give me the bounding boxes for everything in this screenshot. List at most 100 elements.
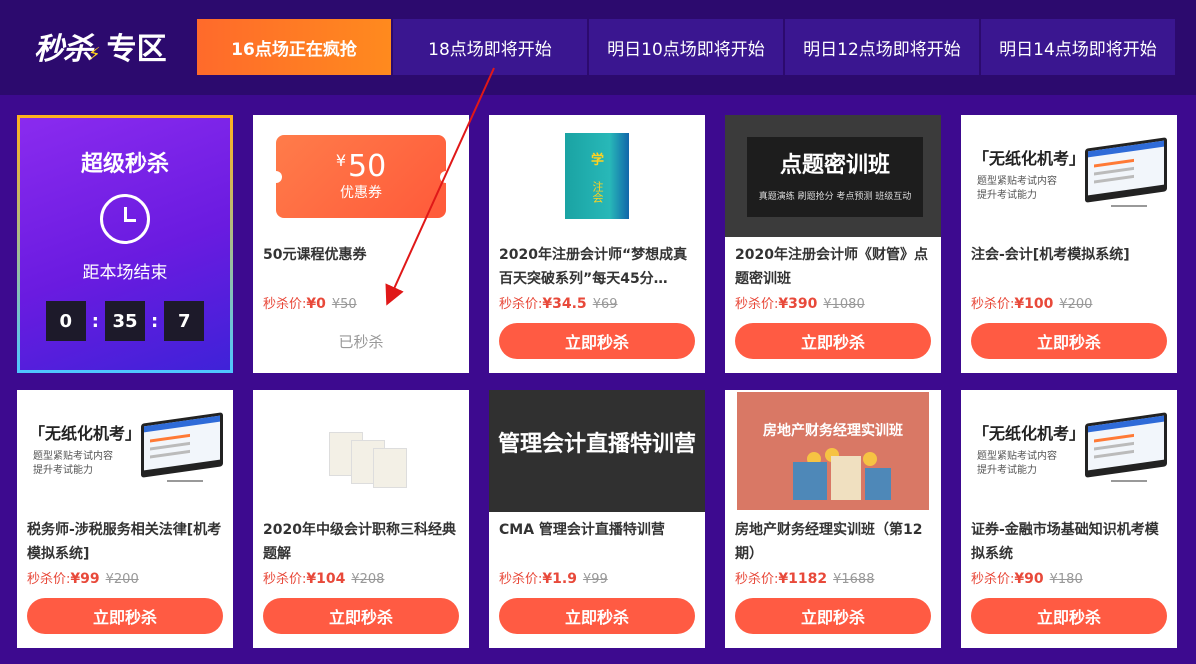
product-price: 秒杀价:¥99 ¥200	[27, 568, 139, 587]
original-price: ¥99	[582, 572, 608, 587]
banner-title: 「无纸化机考」	[973, 149, 1086, 168]
original-price: ¥180	[1049, 572, 1083, 587]
buy-now-button[interactable]: 立即秒杀	[735, 323, 931, 359]
building-icon	[831, 456, 861, 500]
product-title[interactable]: 2020年注册会计师《财管》点题密训班	[735, 243, 935, 291]
banner-subtitle: 题型紧贴考试内容 提升考试能力	[977, 450, 1057, 478]
product-price: 秒杀价:¥34.5 ¥69	[499, 293, 618, 312]
logo-text-miaosha: 秒杀	[34, 32, 93, 67]
clock-icon	[100, 194, 150, 244]
original-price: ¥200	[1059, 297, 1093, 312]
product-card[interactable]: 2020年中级会计职称三科经典题解 秒杀价:¥104 ¥208 立即秒杀	[253, 390, 469, 648]
product-image	[489, 115, 705, 237]
monitor-icon	[1085, 412, 1167, 478]
price-label: 秒杀价:	[263, 572, 307, 587]
product-image: 「无纸化机考」 题型紧贴考试内容 提升考试能力	[17, 390, 233, 512]
promo-banner: 房地产财务经理实训班	[737, 392, 929, 510]
banner-line: 题型紧贴考试内容	[977, 176, 1057, 187]
sale-price: ¥0	[306, 296, 326, 312]
product-card[interactable]: 管理会计直播特训营 CMA 管理会计直播特训营 秒杀价:¥1.9 ¥99 立即秒杀	[489, 390, 705, 648]
product-title[interactable]: 50元课程优惠券	[263, 243, 463, 291]
coin-icon	[863, 452, 877, 466]
banner-subtitle: 真题演练 刷题抢分 考点预测 班级互动	[758, 192, 912, 202]
price-label: 秒杀价:	[971, 297, 1015, 312]
product-image: 「无纸化机考」 题型紧贴考试内容 提升考试能力	[961, 390, 1177, 512]
product-price: 秒杀价:¥100 ¥200	[971, 293, 1092, 312]
price-label: 秒杀价:	[499, 572, 543, 587]
banner-line: 提升考试能力	[977, 465, 1037, 476]
lightning-icon: ⚡	[88, 43, 101, 65]
product-image	[253, 390, 469, 512]
product-card[interactable]: 点题密训班 真题演练 刷题抢分 考点预测 班级互动 2020年注册会计师《财管》…	[725, 115, 941, 373]
promo-banner: 点题密训班 真题演练 刷题抢分 考点预测 班级互动	[747, 137, 923, 217]
product-card[interactable]: 「无纸化机考」 题型紧贴考试内容 提升考试能力 注会-会计[机考模拟系统] 秒杀价…	[961, 115, 1177, 373]
price-label: 秒杀价:	[27, 572, 71, 587]
banner-line: 提升考试能力	[977, 190, 1037, 201]
banner-title: 管理会计直播特训营	[497, 432, 696, 457]
sale-price: ¥100	[1014, 296, 1054, 312]
tab-session-18[interactable]: 18点场即将开始	[393, 19, 587, 75]
product-card[interactable]: 2020年注册会计师“梦想成真百天突破系列”每天45分… 秒杀价:¥34.5 ¥6…	[489, 115, 705, 373]
product-image: 管理会计直播特训营	[489, 390, 705, 512]
product-price: 秒杀价:¥1.9 ¥99	[499, 568, 608, 587]
banner-line: 提升考试能力	[33, 465, 93, 476]
product-title[interactable]: 房地产财务经理实训班（第12期）	[735, 518, 935, 566]
sale-price: ¥390	[778, 296, 818, 312]
product-card[interactable]: ¥50 优惠券 50元课程优惠券 秒杀价:¥0 ¥50 已秒杀	[253, 115, 469, 373]
sale-price: ¥34.5	[542, 296, 587, 312]
tab-session-tomorrow-10[interactable]: 明日10点场即将开始	[589, 19, 783, 75]
product-title[interactable]: 注会-会计[机考模拟系统]	[971, 243, 1171, 291]
sale-price: ¥104	[306, 571, 346, 587]
product-card[interactable]: 「无纸化机考」 题型紧贴考试内容 提升考试能力 税务师-涉税服务相关法律[机考模拟…	[17, 390, 233, 648]
product-title[interactable]: CMA 管理会计直播特训营	[499, 518, 699, 566]
product-title[interactable]: 证券-金融市场基础知识机考模拟系统	[971, 518, 1171, 566]
price-label: 秒杀价:	[735, 572, 779, 587]
product-price: 秒杀价:¥104 ¥208	[263, 568, 384, 587]
building-icon	[793, 462, 827, 500]
book-cover	[565, 133, 629, 219]
buy-now-button[interactable]: 立即秒杀	[499, 323, 695, 359]
sale-price: ¥99	[70, 571, 100, 587]
colon: :	[151, 310, 159, 332]
monitor-stand	[167, 474, 203, 482]
product-card[interactable]: 「无纸化机考」 题型紧贴考试内容 提升考试能力 证券-金融市场基础知识机考模拟系统…	[961, 390, 1177, 648]
super-title: 超级秒杀	[80, 152, 169, 177]
product-card[interactable]: 房地产财务经理实训班 房地产财务经理实训班（第12期） 秒杀价:¥1182 ¥16…	[725, 390, 941, 648]
product-image: 点题密训班 真题演练 刷题抢分 考点预测 班级互动	[725, 115, 941, 237]
banner-subtitle: 题型紧贴考试内容 提升考试能力	[33, 450, 113, 478]
tab-session-tomorrow-14[interactable]: 明日14点场即将开始	[981, 19, 1175, 75]
banner-line: 题型紧贴考试内容	[977, 451, 1057, 462]
buy-now-button[interactable]: 立即秒杀	[263, 598, 459, 634]
product-title[interactable]: 2020年中级会计职称三科经典题解	[263, 518, 463, 566]
product-title[interactable]: 2020年注册会计师“梦想成真百天突破系列”每天45分…	[499, 243, 699, 291]
buy-now-button[interactable]: 立即秒杀	[27, 598, 223, 634]
price-label: 秒杀价:	[735, 297, 779, 312]
tab-session-tomorrow-12[interactable]: 明日12点场即将开始	[785, 19, 979, 75]
buy-now-button[interactable]: 立即秒杀	[971, 323, 1167, 359]
sold-out-label: 已秒杀	[338, 333, 384, 351]
logo-text-zone: 专区	[106, 32, 167, 67]
product-price: 秒杀价:¥90 ¥180	[971, 568, 1083, 587]
banner-subtitle: 题型紧贴考试内容 提升考试能力	[977, 175, 1057, 203]
coupon-currency: ¥	[335, 151, 346, 170]
product-price: 秒杀价:¥1182 ¥1688	[735, 568, 874, 587]
product-price: 秒杀价:¥390 ¥1080	[735, 293, 865, 312]
product-title[interactable]: 税务师-涉税服务相关法律[机考模拟系统]	[27, 518, 227, 566]
sale-price: ¥90	[1014, 571, 1044, 587]
coupon-graphic: ¥50 优惠券	[270, 135, 452, 218]
book-stack	[373, 448, 407, 488]
monitor-icon	[1085, 137, 1167, 203]
session-tabs: 16点场正在疯抢 18点场即将开始 明日10点场即将开始 明日12点场即将开始 …	[197, 19, 1175, 75]
coupon-amount: 50	[348, 149, 387, 184]
tab-session-16[interactable]: 16点场正在疯抢	[197, 19, 391, 75]
buy-now-button[interactable]: 立即秒杀	[735, 598, 931, 634]
buy-now-button[interactable]: 立即秒杀	[499, 598, 695, 634]
coupon-label: 优惠券	[340, 185, 382, 201]
original-price: ¥1688	[833, 572, 875, 587]
buy-now-button[interactable]: 立即秒杀	[971, 598, 1167, 634]
countdown-minutes: 35	[105, 301, 145, 341]
product-price: 秒杀价:¥0 ¥50	[263, 293, 357, 312]
price-label: 秒杀价:	[971, 572, 1015, 587]
product-image: 房地产财务经理实训班	[725, 390, 941, 512]
countdown-hours: 0	[45, 301, 86, 341]
